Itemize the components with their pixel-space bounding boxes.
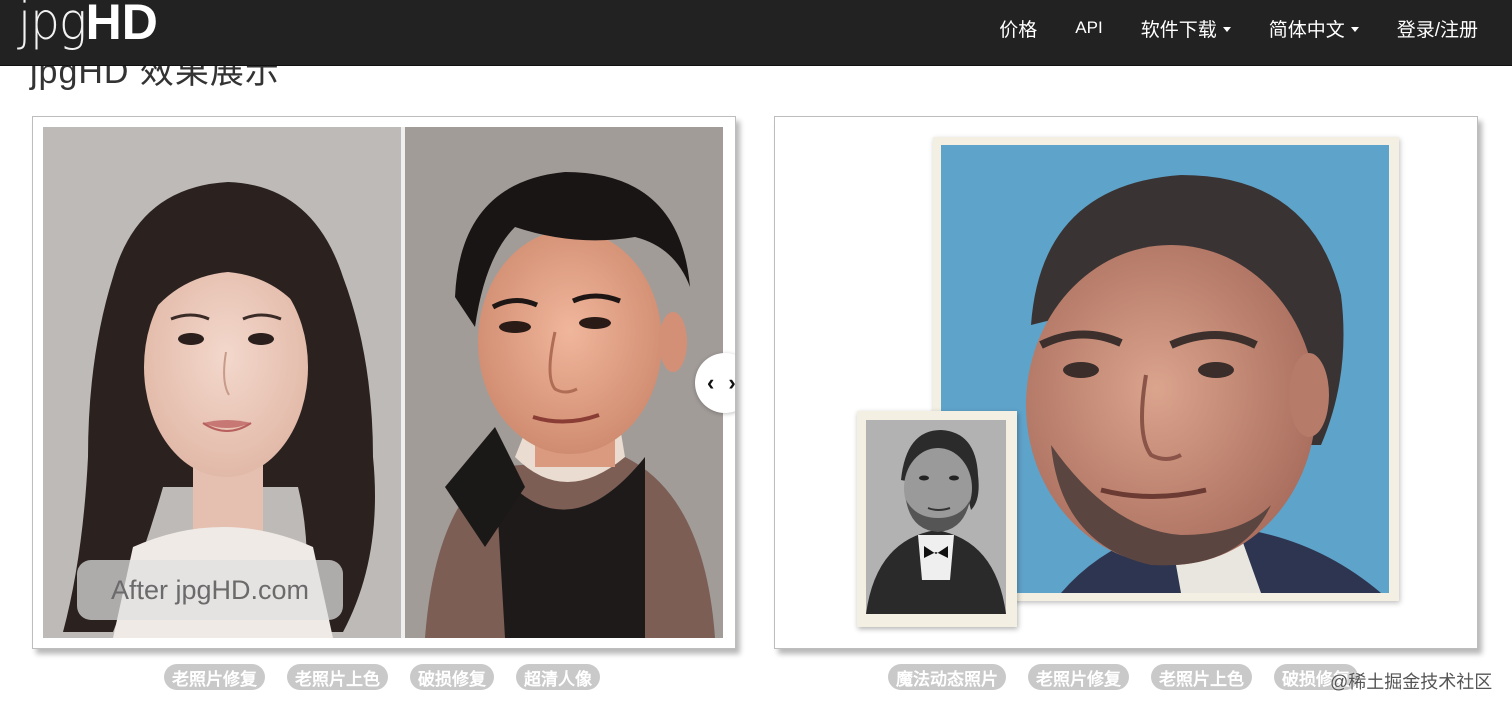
tag-old-photo-colorize[interactable]: 老照片上色 [287,664,388,690]
site-logo[interactable]: jpg HD [18,0,158,58]
nav-pricing[interactable]: 价格 [999,15,1037,42]
bw-portrait-image [866,420,1006,614]
demo-card-comparison: After jpgHD.com ‹ › [32,116,736,649]
nav-pricing-label: 价格 [999,19,1038,41]
nav-api-label: API [1075,18,1103,37]
left-card-tags: 老照片修复 老照片上色 破损修复 超清人像 [164,664,622,690]
after-watermark-label: After jpgHD.com [77,560,343,620]
tag-magic-animated-photo[interactable]: 魔法动态照片 [888,664,1006,690]
tag-hd-portrait[interactable]: 超清人像 [516,664,600,690]
page: jpg HD 价格 API 软件下载 简体中文 登录/注册 jpgHD 效果展示 [0,0,1512,710]
portrait-photo-man [405,127,723,638]
right-card-tags: 魔法动态照片 老照片修复 老照片上色 破损修复 [888,664,1380,690]
chevron-left-icon: ‹ [707,370,715,395]
original-bw-portrait [866,420,1006,614]
portrait-photo-girl: After jpgHD.com [43,127,401,638]
nav-login-label: 登录/注册 [1396,19,1478,41]
caret-down-icon [1350,26,1359,32]
tag-old-photo-colorize[interactable]: 老照片上色 [1151,664,1252,690]
nav-language-dropdown[interactable]: 简体中文 [1269,15,1359,42]
original-photo-frame [857,411,1017,627]
tag-damage-repair[interactable]: 破损修复 [410,664,494,690]
nav-api[interactable]: API [1075,18,1102,38]
nav-login-register[interactable]: 登录/注册 [1397,15,1478,42]
source-watermark: @稀土掘金技术社区 [1330,672,1493,692]
logo-text-bold: HD [85,0,158,50]
nav-language-label: 简体中文 [1268,19,1345,41]
top-navbar: jpg HD 价格 API 软件下载 简体中文 登录/注册 [0,0,1512,66]
demo-card-framed-photos [774,116,1478,649]
nav-download-label: 软件下载 [1140,19,1217,41]
man-portrait-image [405,127,723,638]
tag-old-photo-restore[interactable]: 老照片修复 [1028,664,1129,690]
chevron-right-icon: › [728,370,736,395]
caret-down-icon [1222,26,1231,32]
logo-text-light: jpg [18,0,87,52]
main-nav: 价格 API 软件下载 简体中文 登录/注册 [961,0,1478,56]
tag-old-photo-restore[interactable]: 老照片修复 [164,664,265,690]
nav-download-dropdown[interactable]: 软件下载 [1141,15,1231,42]
